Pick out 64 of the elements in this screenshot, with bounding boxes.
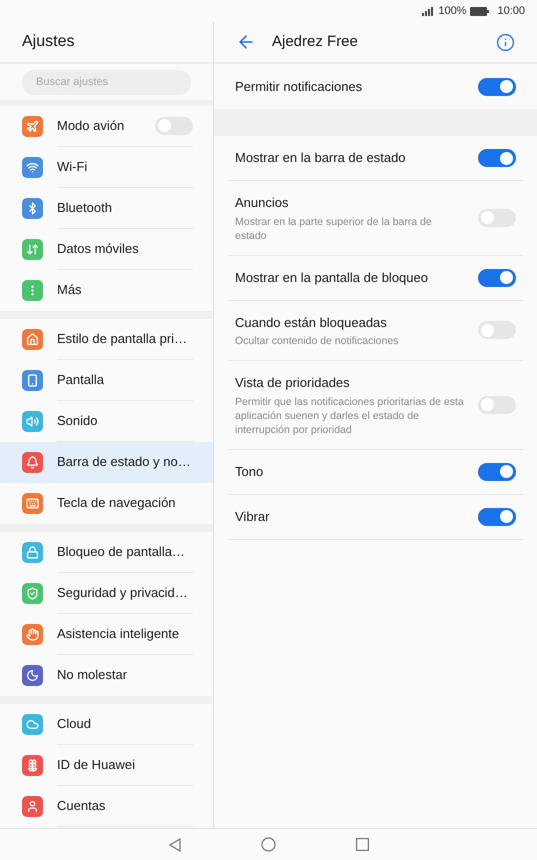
setting-title: Mostrar en la barra de estado <box>235 149 406 168</box>
setting-description: Ocultar contenido de notificaciones <box>235 334 398 348</box>
setting-title: Cuando están bloqueadas <box>235 314 388 332</box>
toggle-switch[interactable] <box>155 116 193 134</box>
item-label: Pantalla <box>57 370 104 389</box>
sidebar-item[interactable]: Cloud <box>0 704 213 744</box>
item-label: Bluetooth <box>57 198 112 217</box>
sidebar-item[interactable]: Más <box>0 270 213 310</box>
sidebar-item[interactable]: Estilo de pantalla pri… <box>0 318 213 360</box>
setting-title: Vista de prioridades <box>235 374 351 392</box>
sidebar-item[interactable]: Asistencia inteligente <box>0 614 213 654</box>
toggle-switch[interactable] <box>478 321 516 340</box>
item-label: Cuentas <box>57 796 106 815</box>
sidebar-item[interactable]: Datos móviles <box>0 228 213 270</box>
setting-description: Permitir que las notificaciones prioritarias de esta aplicación suenen y darles el estado de interrupción por prioridad <box>235 394 465 436</box>
search-field[interactable]: Buscar ajustes <box>22 70 191 94</box>
setting-title: Tono <box>235 462 264 481</box>
toggle-switch[interactable] <box>478 149 516 167</box>
sidebar-item[interactable]: Modo avión <box>0 106 213 146</box>
setting-title: Permitir notificaciones <box>235 78 362 96</box>
item-label: No molestar <box>57 666 128 684</box>
clock: 10:00 <box>497 4 525 19</box>
sidebar-item[interactable]: Bluetooth <box>0 188 213 228</box>
info-icon[interactable] <box>496 32 515 52</box>
item-label: Seguridad y privacid… <box>57 584 188 602</box>
item-label: Más <box>57 281 82 300</box>
toggle-switch[interactable] <box>478 268 516 286</box>
item-label: Datos móviles <box>57 240 139 258</box>
setting-title: Vibrar <box>235 508 270 526</box>
item-label: Tecla de navegación <box>57 494 176 512</box>
sidebar-title: Ajustes <box>22 32 74 52</box>
toggle-switch[interactable] <box>478 508 516 526</box>
setting-title: Mostrar en la pantalla de bloqueo <box>235 268 428 287</box>
setting-title: Anuncios <box>235 194 290 212</box>
item-label: Barra de estado y no… <box>57 452 191 471</box>
item-label: Sonido <box>57 412 98 430</box>
toggle-switch[interactable] <box>478 462 516 480</box>
sidebar-item[interactable]: Barra de estado y no… <box>0 442 213 482</box>
page-title: Ajedrez Free <box>272 32 359 52</box>
recents-nav-icon[interactable] <box>356 838 368 851</box>
item-label: Modo avión <box>57 116 124 135</box>
item-label: Estilo de pantalla pri… <box>57 330 188 348</box>
battery-icon <box>470 6 490 16</box>
setting-description: Mostrar en la parte superior de la barra de estado <box>235 214 433 242</box>
item-label: Cloud <box>57 714 91 733</box>
toggle-switch[interactable] <box>478 396 516 414</box>
sidebar-item[interactable]: ID de Huawei <box>0 744 213 786</box>
item-label: Wi-Fi <box>57 158 88 176</box>
signal-icon <box>422 6 434 16</box>
sidebar-item[interactable]: Wi-Fi <box>0 146 213 188</box>
toggle-switch[interactable] <box>478 208 516 227</box>
home-nav-icon[interactable] <box>260 837 276 852</box>
sidebar-item[interactable]: Bloqueo de pantalla… <box>0 532 213 572</box>
sidebar-item[interactable]: Cuentas <box>0 786 213 826</box>
sidebar-item[interactable]: Seguridad y privacid… <box>0 572 213 614</box>
back-nav-icon[interactable] <box>168 838 180 852</box>
item-label: Asistencia inteligente <box>57 624 180 643</box>
sidebar-item[interactable]: Pantalla <box>0 360 213 400</box>
item-label: ID de Huawei <box>57 756 136 774</box>
sidebar-item[interactable]: No molestar <box>0 654 213 696</box>
sidebar-item[interactable]: Tecla de navegación <box>0 482 213 524</box>
battery-level: 100% <box>438 4 466 19</box>
toggle-switch[interactable] <box>478 78 516 96</box>
item-label: Bloqueo de pantalla… <box>57 542 185 561</box>
